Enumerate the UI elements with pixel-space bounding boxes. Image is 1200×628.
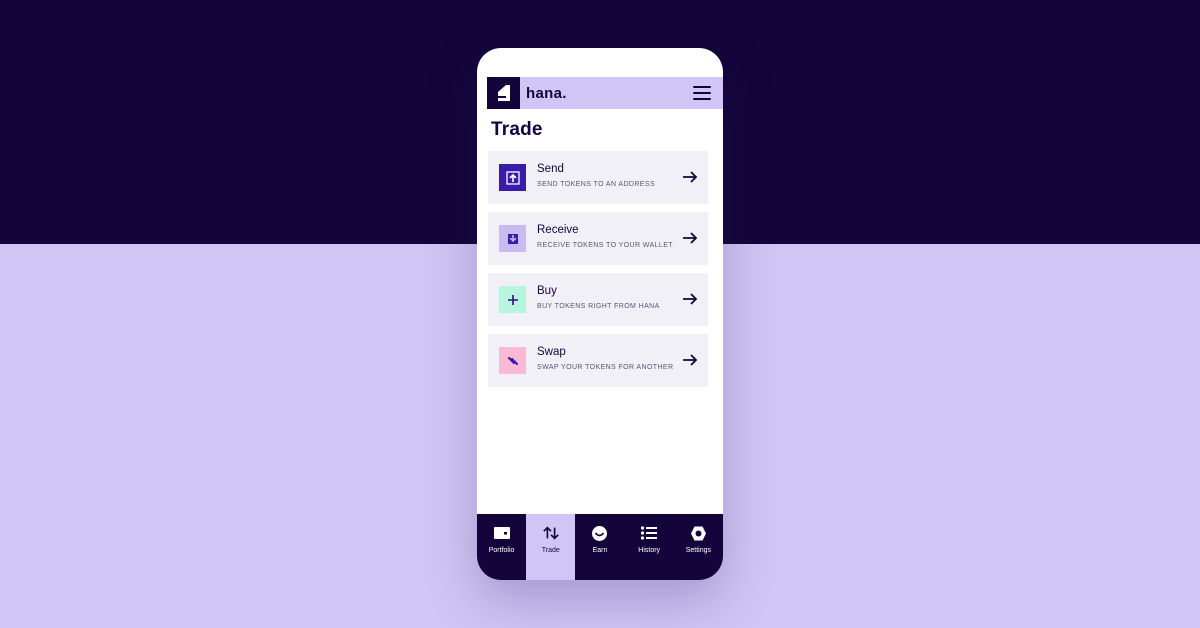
action-subtitle: SEND TOKENS TO AN ADDRESS — [537, 181, 656, 188]
tab-label: History — [638, 547, 661, 554]
tab-settings[interactable]: Settings — [674, 514, 723, 580]
wallet-icon — [493, 524, 511, 542]
upload-icon — [499, 164, 526, 191]
action-swap[interactable]: Swap SWAP YOUR TOKENS FOR ANOTHER — [488, 334, 708, 387]
app-header: hana. — [487, 77, 723, 109]
arrow-right-icon — [683, 354, 698, 366]
hamburger-menu-icon[interactable] — [693, 86, 711, 100]
tab-label: Earn — [592, 547, 608, 554]
action-send[interactable]: Send SEND TOKENS TO AN ADDRESS — [488, 151, 708, 204]
tab-earn[interactable]: Earn — [575, 514, 624, 580]
action-subtitle: BUY TOKENS RIGHT FROM HANA — [537, 303, 660, 310]
download-icon — [499, 225, 526, 252]
plus-icon — [499, 286, 526, 313]
action-receive[interactable]: Receive RECEIVE TOKENS TO YOUR WALLET — [488, 212, 708, 265]
bottom-tab-bar: Portfolio Trade Earn History Settings — [477, 514, 723, 580]
action-title: Send — [537, 163, 564, 175]
tab-portfolio[interactable]: Portfolio — [477, 514, 526, 580]
phone-frame: hana. Trade Send SEND TOKENS TO AN ADDRE… — [477, 48, 723, 580]
action-title: Receive — [537, 224, 579, 236]
list-icon — [640, 524, 658, 542]
action-title: Swap — [537, 346, 566, 358]
brand-name: hana. — [526, 84, 567, 102]
trade-arrows-icon — [542, 524, 560, 542]
hana-logo-icon — [497, 85, 510, 101]
tab-history[interactable]: History — [625, 514, 674, 580]
hexagon-gear-icon — [689, 524, 707, 542]
swap-icon — [499, 347, 526, 374]
tab-label: Portfolio — [488, 547, 515, 554]
arrow-right-icon — [683, 171, 698, 183]
smile-icon — [591, 524, 609, 542]
tab-label: Settings — [685, 547, 711, 554]
tab-label: Trade — [541, 547, 560, 554]
tab-trade[interactable]: Trade — [526, 514, 576, 580]
hana-logo[interactable] — [487, 77, 520, 109]
arrow-right-icon — [683, 232, 698, 244]
arrow-right-icon — [683, 293, 698, 305]
action-subtitle: RECEIVE TOKENS TO YOUR WALLET — [537, 242, 673, 249]
page-title: Trade — [491, 119, 543, 140]
action-list: Send SEND TOKENS TO AN ADDRESS Receive R… — [488, 151, 708, 395]
action-subtitle: SWAP YOUR TOKENS FOR ANOTHER — [537, 364, 674, 371]
action-title: Buy — [537, 285, 557, 297]
action-buy[interactable]: Buy BUY TOKENS RIGHT FROM HANA — [488, 273, 708, 326]
